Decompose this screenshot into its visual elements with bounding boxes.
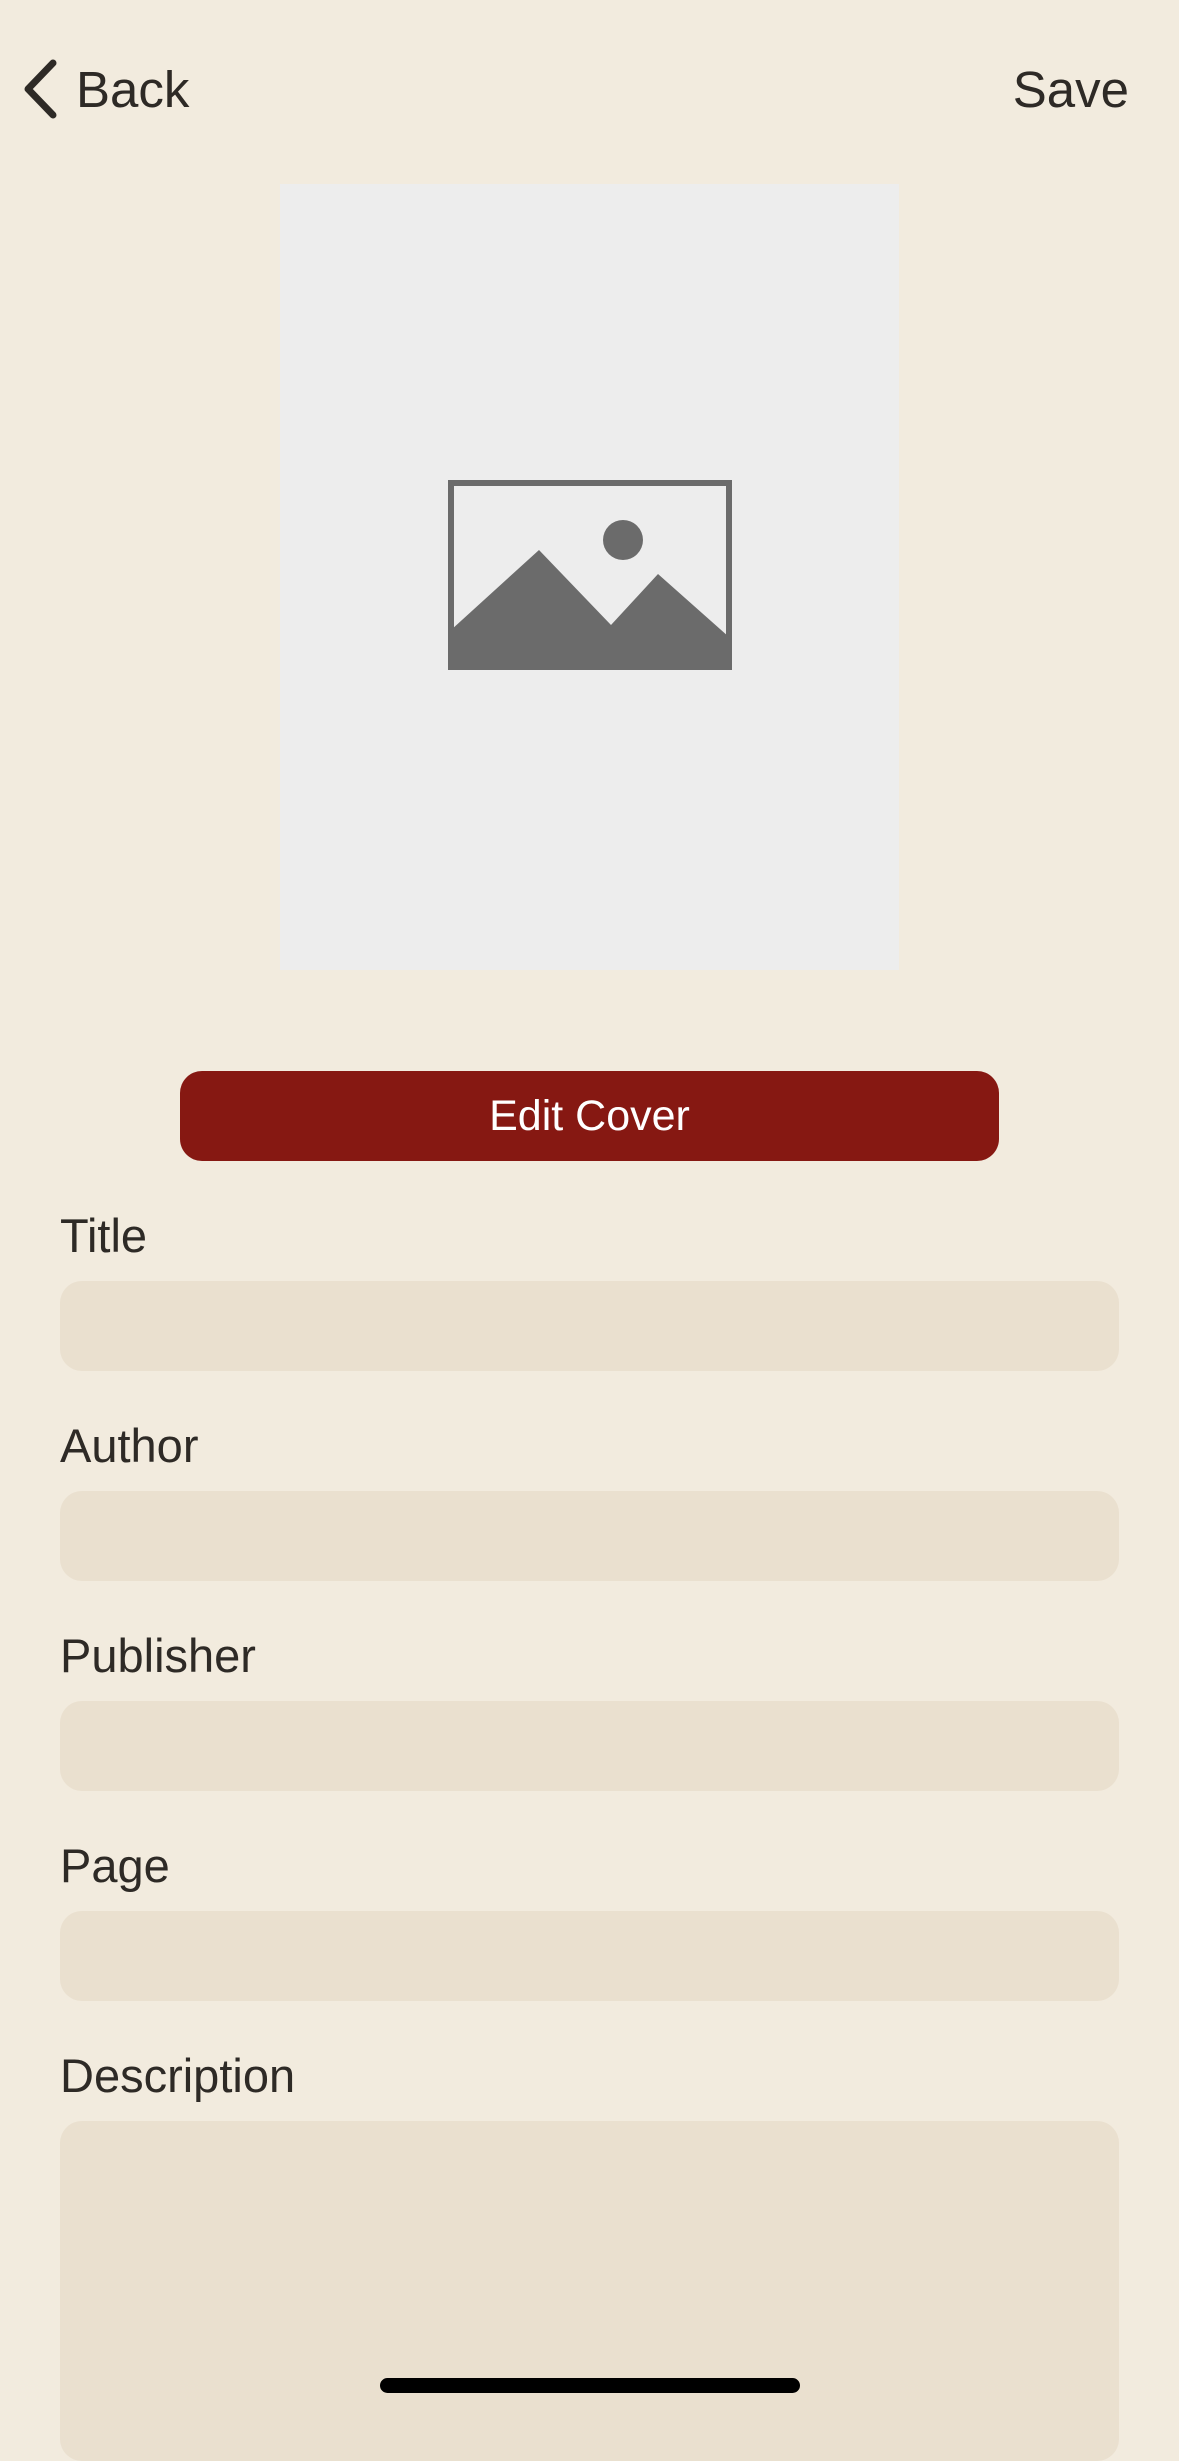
image-placeholder-icon: [447, 479, 732, 675]
publisher-label: Publisher: [60, 1629, 256, 1682]
description-textarea[interactable]: [60, 2121, 1119, 2461]
back-button[interactable]: Back: [22, 52, 189, 126]
title-label: Title: [60, 1209, 148, 1262]
author-label: Author: [60, 1419, 199, 1472]
save-button[interactable]: Save: [1013, 52, 1129, 126]
author-input[interactable]: [60, 1491, 1119, 1581]
navigation-bar: Back Save: [0, 0, 1179, 150]
chevron-left-icon: [22, 59, 58, 119]
title-input[interactable]: [60, 1281, 1119, 1371]
cover-image[interactable]: [280, 184, 899, 970]
publisher-input[interactable]: [60, 1701, 1119, 1791]
page-input[interactable]: [60, 1911, 1119, 2001]
page-label: Page: [60, 1839, 170, 1892]
edit-cover-button[interactable]: Edit Cover: [180, 1071, 999, 1161]
back-label: Back: [76, 60, 190, 118]
description-label: Description: [60, 2049, 296, 2102]
home-indicator[interactable]: [380, 2378, 800, 2393]
